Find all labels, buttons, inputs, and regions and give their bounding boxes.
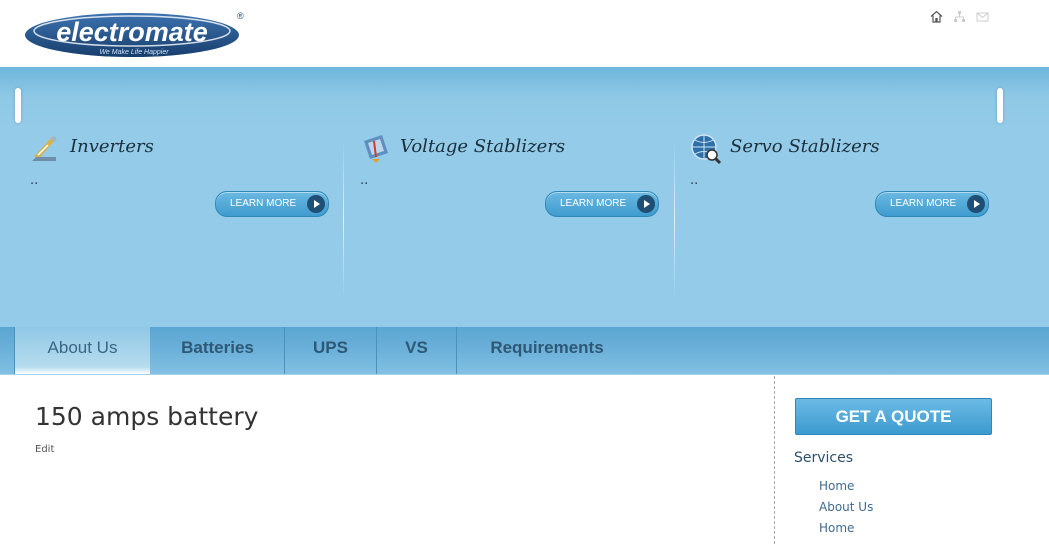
inverter-icon [32, 136, 57, 161]
panel-title: Voltage Stablizers [400, 136, 566, 157]
panel-divider [343, 140, 344, 300]
sitemap-icon[interactable] [953, 8, 966, 22]
tab-batteries[interactable]: Batteries [151, 327, 284, 374]
panel-text: .. [690, 173, 699, 188]
top-icons [930, 8, 989, 23]
panel-voltage-stablizers: Voltage Stablizers .. LEARN MORE [360, 133, 660, 303]
tab-about-us[interactable]: About Us [15, 327, 150, 374]
servo-icon [691, 134, 722, 165]
learn-more-label: LEARN MORE [890, 198, 957, 209]
logo-tagline: We Make Life Happier [99, 49, 169, 56]
page-title: 150 amps battery [35, 402, 259, 431]
panel-text: .. [30, 173, 39, 188]
panel-inverters: Inverters .. LEARN MORE [30, 133, 330, 303]
services-list: Home About Us Home [819, 479, 873, 542]
edit-link[interactable]: Edit [35, 444, 54, 455]
panel-title: Servo Stablizers [730, 136, 880, 157]
get-a-quote-button[interactable]: GET A QUOTE [795, 398, 992, 435]
panel-servo-stablizers: Servo Stablizers .. LEARN MORE [690, 133, 990, 303]
learn-more-button[interactable]: LEARN MORE [545, 191, 659, 217]
panel-divider [674, 140, 675, 300]
services-link-home[interactable]: Home [819, 521, 873, 542]
panel-text: .. [360, 173, 369, 188]
tab-requirements[interactable]: Requirements [457, 327, 637, 374]
contact-icon[interactable] [976, 8, 989, 22]
voltage-icon [364, 135, 388, 163]
tab-ups[interactable]: UPS [285, 327, 376, 374]
services-link-home[interactable]: Home [819, 479, 873, 500]
electromate-logo[interactable]: electromate We Make Life Happier ® [24, 10, 246, 60]
slider-right-handle[interactable] [997, 88, 1003, 123]
arrow-right-icon [307, 195, 325, 213]
home-icon[interactable] [930, 8, 943, 23]
services-heading: Services [794, 450, 854, 466]
registered-mark: ® [237, 11, 244, 21]
arrow-right-icon [967, 195, 985, 213]
logo-wordmark: electromate [56, 17, 208, 47]
learn-more-label: LEARN MORE [560, 198, 627, 209]
main-nav: About Us Batteries UPS VS Requirements [0, 327, 1049, 375]
learn-more-button[interactable]: LEARN MORE [875, 191, 989, 217]
arrow-right-icon [637, 195, 655, 213]
tab-vs[interactable]: VS [377, 327, 456, 374]
learn-more-button[interactable]: LEARN MORE [215, 191, 329, 217]
panel-title: Inverters [70, 136, 154, 157]
sidebar-divider [774, 376, 775, 544]
learn-more-label: LEARN MORE [230, 198, 297, 209]
services-link-about-us[interactable]: About Us [819, 500, 873, 521]
slider-left-handle[interactable] [15, 88, 21, 123]
